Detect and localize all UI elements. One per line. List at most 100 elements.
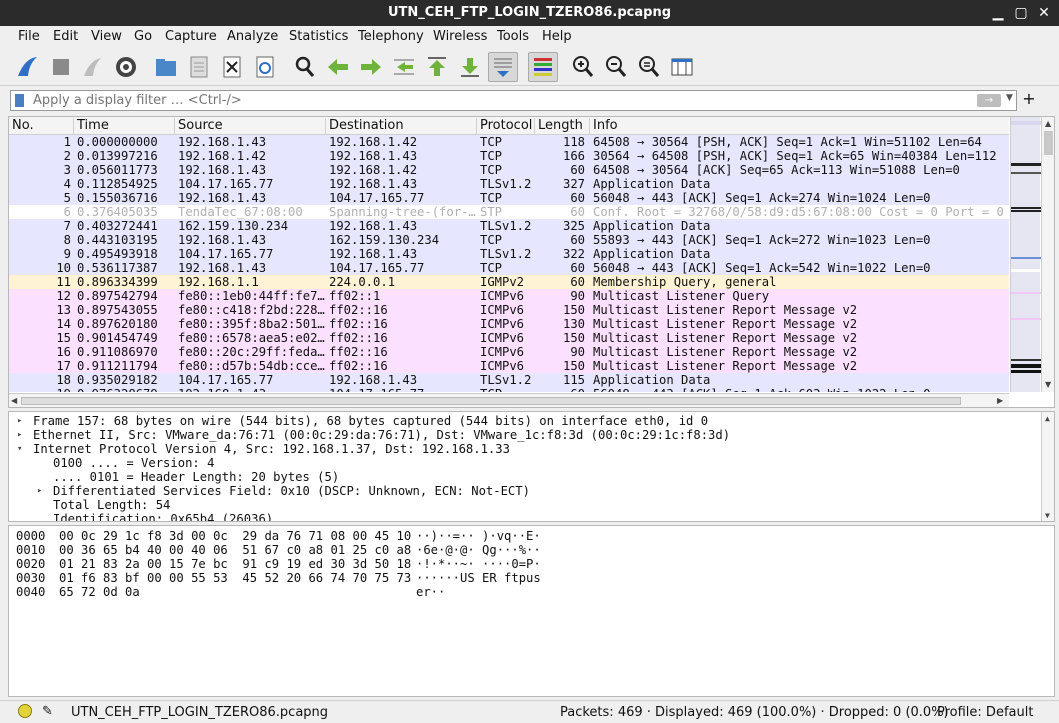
- zoom-normal-icon[interactable]: [634, 52, 664, 82]
- stop-capture-icon[interactable]: [46, 52, 76, 82]
- table-row[interactable]: 10 0.536117387 192.168.1.43 104.17.165.77 TC…: [9, 261, 1009, 275]
- table-row[interactable]: 19 0.976328679 192.168.1.43 104.17.165.77 TC…: [9, 387, 1009, 392]
- find-packet-search-icon[interactable]: [290, 52, 320, 82]
- menu-statistics[interactable]: Statistics: [289, 29, 348, 44]
- expand-down-chevron-icon[interactable]: ▾: [17, 444, 22, 454]
- maximize-button[interactable]: ▢: [1011, 3, 1031, 23]
- expand-right-chevron-icon[interactable]: ▸: [17, 416, 22, 426]
- close-file-icon[interactable]: [217, 52, 247, 82]
- packet-minimap[interactable]: [1010, 117, 1041, 392]
- column-header-length[interactable]: Length: [534, 118, 583, 134]
- packet-no-cell: 3: [63, 163, 71, 177]
- packet-list-vertical-scrollbar[interactable]: ▲ ▼: [1041, 117, 1054, 392]
- table-row[interactable]: 12 0.897542794 fe80::1eb0:44ff:fe7… ff02::1…: [9, 289, 1009, 303]
- colorize-packets-icon[interactable]: [528, 52, 558, 82]
- column-header-no[interactable]: No.: [9, 118, 34, 134]
- detail-tree-item[interactable]: Internet Protocol Version 4, Src: 192.16…: [33, 442, 510, 456]
- detail-tree-item[interactable]: 0100 .... = Version: 4: [53, 456, 214, 470]
- menu-file[interactable]: File: [18, 29, 40, 44]
- table-row[interactable]: 7 0.403272441 162.159.130.234 192.168.1.43 T…: [9, 219, 1009, 233]
- column-header-source[interactable]: Source: [174, 118, 223, 134]
- resize-columns-icon[interactable]: [667, 52, 697, 82]
- table-row[interactable]: 18 0.935029182 104.17.165.77 192.168.1.43 TL…: [9, 373, 1009, 387]
- detail-tree-item[interactable]: Identification: 0x65b4 (26036): [53, 512, 273, 521]
- table-row[interactable]: 15 0.901454749 fe80::6578:aea5:e02… ff02::1…: [9, 331, 1009, 345]
- packet-protocol-cell: TLSv1.2: [480, 247, 532, 261]
- table-row[interactable]: 5 0.155036716 192.168.1.43 104.17.165.77 TCP…: [9, 191, 1009, 205]
- hex-ascii[interactable]: ··)··=·· )·vq··E·: [416, 529, 541, 543]
- packet-info-cell: 64508 → 30564 [ACK] Seq=65 Ack=113 Win=5…: [593, 163, 960, 177]
- menu-tools[interactable]: Tools: [497, 29, 529, 44]
- menu-wireless[interactable]: Wireless: [433, 29, 487, 44]
- table-row[interactable]: 3 0.056011773 192.168.1.43 192.168.1.42 TCP 6…: [9, 163, 1009, 177]
- menu-go[interactable]: Go: [134, 29, 152, 44]
- table-row[interactable]: 8 0.443103195 192.168.1.43 162.159.130.234 T…: [9, 233, 1009, 247]
- packet-no-cell: 19: [9, 387, 71, 392]
- hex-bytes[interactable]: 00 0c 29 1c f8 3d 00 0c 29 da 76 71 08 0…: [59, 529, 411, 543]
- detail-tree-item[interactable]: Differentiated Services Field: 0x10 (DSC…: [53, 484, 530, 498]
- packet-list-horizontal-scrollbar[interactable]: ◀ ▶: [9, 393, 1009, 407]
- hex-ascii[interactable]: er··: [416, 585, 445, 599]
- details-vertical-scrollbar[interactable]: ▲ ▼: [1041, 412, 1054, 521]
- detail-tree-item[interactable]: .... 0101 = Header Length: 20 bytes (5): [53, 470, 339, 484]
- packet-length-cell: 60: [570, 275, 585, 289]
- zoom-out-icon[interactable]: [601, 52, 631, 82]
- hex-ascii[interactable]: ·!·*··~· ····0=P·: [416, 557, 541, 571]
- detail-tree-item[interactable]: Total Length: 54: [53, 498, 170, 512]
- display-filter-input[interactable]: [33, 92, 973, 109]
- packet-length-cell: 150: [562, 303, 585, 317]
- table-row[interactable]: 4 0.112854925 104.17.165.77 192.168.1.43 TLS…: [9, 177, 1009, 191]
- hex-ascii[interactable]: ·6e·@·@· Qg···%··: [416, 543, 541, 557]
- table-row[interactable]: 6 0.376405035 TendaTec_67:08:00 Spanning-tr…: [9, 205, 1009, 219]
- apply-filter-arrow-icon[interactable]: →: [977, 94, 1001, 107]
- expand-right-chevron-icon[interactable]: ▸: [37, 486, 42, 496]
- save-file-icon[interactable]: [184, 52, 214, 82]
- go-back-arrow-icon[interactable]: [323, 52, 353, 82]
- table-row[interactable]: 14 0.897620180 fe80::395f:8ba2:501… ff02::1…: [9, 317, 1009, 331]
- capture-comment-pencil-icon[interactable]: ✎: [42, 704, 53, 719]
- last-packet-icon[interactable]: [455, 52, 485, 82]
- table-row[interactable]: 1 0.000000000 192.168.1.43 192.168.1.42 TCP 1…: [9, 135, 1009, 149]
- status-profile[interactable]: Profile: Default: [937, 705, 1033, 720]
- menu-telephony[interactable]: Telephony: [358, 29, 424, 44]
- table-row[interactable]: 17 0.911211794 fe80::d57b:54db:cce… ff02::1…: [9, 359, 1009, 373]
- hex-bytes[interactable]: 01 f6 83 bf 00 00 55 53 45 52 20 66 74 7…: [59, 571, 411, 585]
- expert-info-indicator-icon[interactable]: [18, 704, 32, 718]
- detail-tree-item[interactable]: Ethernet II, Src: VMware_da:76:71 (00:0c…: [33, 428, 730, 442]
- menu-capture[interactable]: Capture: [165, 29, 217, 44]
- bookmark-icon[interactable]: [15, 94, 24, 107]
- table-row[interactable]: 2 0.013997216 192.168.1.42 192.168.1.43 TCP 1…: [9, 149, 1009, 163]
- go-to-packet-icon[interactable]: [389, 52, 419, 82]
- shark-fin-start-icon[interactable]: [13, 52, 43, 82]
- table-row[interactable]: 11 0.896334399 192.168.1.1 224.0.0.1 IGMPv2 6…: [9, 275, 1009, 289]
- hex-ascii[interactable]: ······US ER ftpus: [416, 571, 541, 585]
- menu-help[interactable]: Help: [542, 29, 572, 44]
- column-header-protocol[interactable]: Protocol: [476, 118, 532, 134]
- menu-view[interactable]: View: [91, 29, 122, 44]
- capture-options-gear-icon[interactable]: [111, 52, 141, 82]
- close-button[interactable]: ✕: [1034, 3, 1054, 23]
- column-header-info[interactable]: Info: [589, 118, 1009, 134]
- hex-bytes[interactable]: 65 72 0d 0a: [59, 585, 140, 599]
- table-row[interactable]: 16 0.911086970 fe80::20c:29ff:feda… ff02::1…: [9, 345, 1009, 359]
- reload-file-icon[interactable]: [250, 52, 280, 82]
- table-row[interactable]: 9 0.495493918 104.17.165.77 192.168.1.43 TLS…: [9, 247, 1009, 261]
- add-filter-button[interactable]: +: [1022, 89, 1036, 109]
- zoom-in-icon[interactable]: [568, 52, 598, 82]
- open-folder-icon[interactable]: [151, 52, 181, 82]
- table-row[interactable]: 13 0.897543055 fe80::c418:f2bd:228… ff02::1…: [9, 303, 1009, 317]
- menu-edit[interactable]: Edit: [53, 29, 78, 44]
- hex-bytes[interactable]: 01 21 83 2a 00 15 7e bc 91 c9 19 ed 30 3…: [59, 557, 411, 571]
- menu-analyze[interactable]: Analyze: [227, 29, 278, 44]
- first-packet-icon[interactable]: [422, 52, 452, 82]
- minimize-button[interactable]: ▁: [988, 3, 1008, 23]
- chevron-down-icon[interactable]: ▼: [1006, 93, 1013, 103]
- auto-scroll-icon[interactable]: [488, 52, 518, 82]
- expand-right-chevron-icon[interactable]: ▸: [17, 430, 22, 440]
- column-header-destination[interactable]: Destination: [325, 118, 404, 134]
- detail-tree-item[interactable]: Frame 157: 68 bytes on wire (544 bits), …: [33, 414, 708, 428]
- restart-capture-icon[interactable]: [78, 52, 108, 82]
- column-header-time[interactable]: Time: [73, 118, 109, 134]
- go-forward-arrow-icon[interactable]: [356, 52, 386, 82]
- hex-bytes[interactable]: 00 36 65 b4 40 00 40 06 51 67 c0 a8 01 2…: [59, 543, 411, 557]
